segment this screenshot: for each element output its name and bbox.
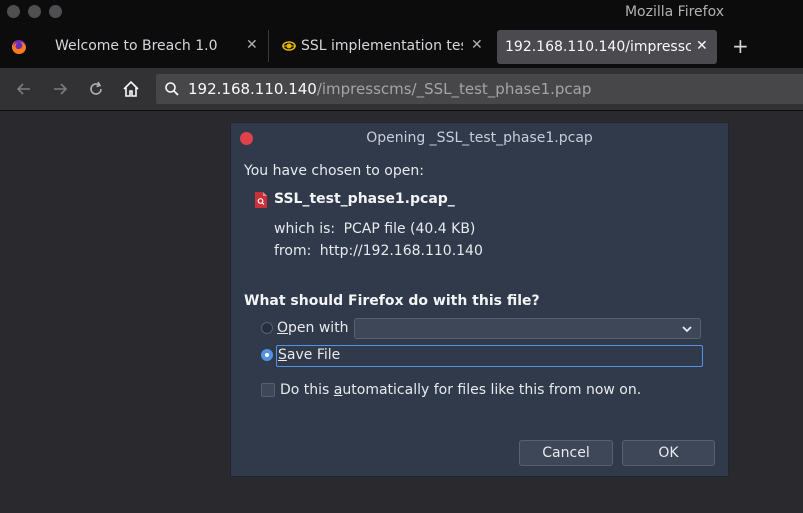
tab-close-icon[interactable]: ✕ — [246, 37, 258, 53]
url-bar[interactable]: 192.168.110.140/impresscms/_SSL_test_pha… — [156, 74, 803, 104]
file-icon — [255, 192, 267, 208]
auto-action-checkbox[interactable] — [261, 383, 275, 397]
tab-welcome[interactable]: Welcome to Breach 1.0 ✕ — [0, 26, 268, 66]
chevron-down-icon — [681, 323, 693, 335]
tab-impresscms[interactable]: 192.168.110.140/impresscms ✕ — [497, 30, 717, 64]
action-question: What should Firefox do with this file? — [244, 293, 540, 309]
save-file-radio[interactable] — [261, 349, 273, 361]
dialog-title: Opening _SSL_test_phase1.pcap — [366, 130, 593, 146]
auto-action-label[interactable]: Do this automatically for files like thi… — [280, 382, 641, 398]
open-with-radio[interactable] — [261, 322, 273, 334]
window-title: Mozilla Firefox — [624, 4, 724, 20]
file-type-row: which is: PCAP file (40.4 KB) — [274, 221, 475, 237]
dialog-title-bar: Opening _SSL_test_phase1.pcap — [231, 123, 728, 153]
tab-label: Welcome to Breach 1.0 — [55, 38, 218, 54]
file-name: SSL_test_phase1.pcap_ — [274, 191, 455, 207]
tab-close-icon[interactable]: ✕ — [696, 38, 708, 54]
forward-arrow-icon[interactable] — [50, 79, 70, 99]
radio-dot — [265, 353, 269, 357]
search-icon — [164, 81, 180, 97]
lightbulb-icon — [281, 38, 297, 54]
url-text: 192.168.110.140/impresscms/_SSL_test_pha… — [188, 80, 591, 98]
home-icon[interactable] — [121, 79, 141, 99]
dialog-intro: You have chosen to open: — [244, 163, 424, 179]
tab-ssl-test[interactable]: SSL implementation test ✕ — [269, 26, 494, 66]
save-file-label: Save File — [278, 347, 340, 363]
url-path: /impresscms/_SSL_test_phase1.pcap — [316, 80, 592, 98]
window-close-button[interactable] — [7, 5, 20, 18]
from-label: from: — [274, 243, 312, 259]
download-dialog: Opening _SSL_test_phase1.pcap You have c… — [230, 122, 729, 477]
which-is-label: which is: — [274, 221, 336, 237]
file-source-row: from: http://192.168.110.140 — [274, 243, 483, 259]
url-host: 192.168.110.140 — [188, 80, 317, 98]
tab-close-icon[interactable]: ✕ — [471, 37, 483, 53]
open-with-accel: O — [277, 320, 289, 336]
from-value: http://192.168.110.140 — [319, 243, 483, 259]
open-with-dropdown[interactable] — [354, 318, 701, 339]
cancel-button[interactable]: Cancel — [519, 440, 613, 466]
window-minimize-button[interactable] — [28, 5, 41, 18]
auto-text-after: utomatically for files like this from no… — [342, 382, 642, 398]
browser-title-bar: Mozilla Firefox Welcome to Breach 1.0 ✕ … — [0, 0, 803, 68]
open-with-text: pen with — [288, 320, 349, 336]
save-file-option[interactable]: Save File — [276, 345, 703, 367]
window-maximize-button[interactable] — [49, 5, 62, 18]
back-arrow-icon[interactable] — [14, 79, 34, 99]
firefox-icon — [11, 39, 27, 55]
save-file-accel: S — [278, 347, 287, 363]
reload-icon[interactable] — [86, 79, 106, 99]
which-is-value: PCAP file (40.4 KB) — [343, 221, 476, 237]
new-tab-button[interactable]: + — [732, 34, 749, 58]
save-file-text: ave File — [286, 347, 341, 363]
auto-text-before: Do this — [280, 382, 334, 398]
open-with-label[interactable]: Open with — [277, 320, 349, 336]
tab-label: SSL implementation test — [301, 38, 463, 54]
ok-button[interactable]: OK — [622, 440, 715, 466]
tab-label: 192.168.110.140/impresscms — [505, 39, 691, 55]
